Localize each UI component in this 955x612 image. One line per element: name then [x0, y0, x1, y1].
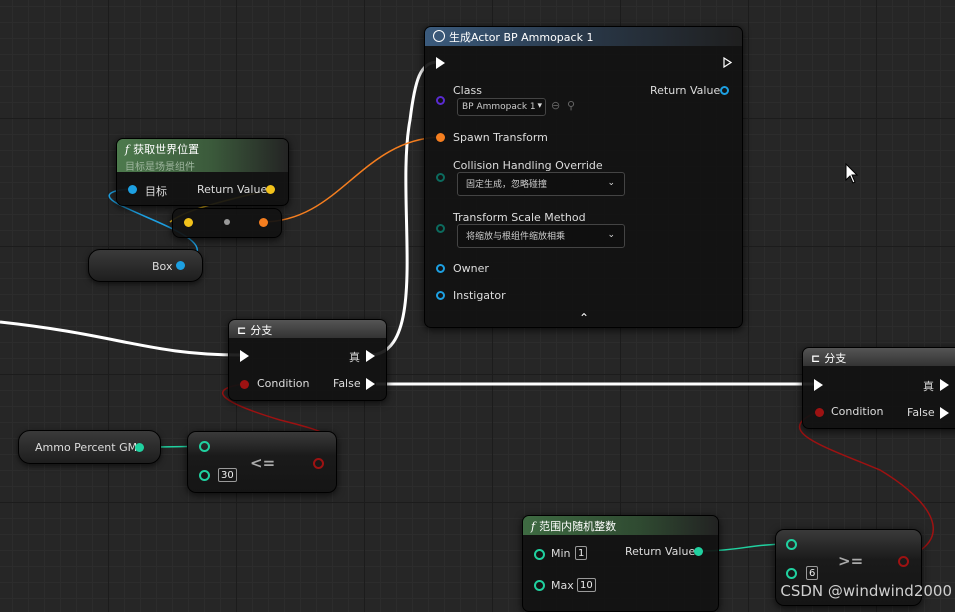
greater-equal-output-pin[interactable] — [898, 556, 909, 567]
owner-pin[interactable] — [436, 264, 445, 273]
branch-1-false-pin[interactable] — [366, 378, 375, 390]
chevron-down-icon: ⌄ — [607, 230, 615, 240]
less-equal-operator: <= — [250, 454, 276, 472]
get-world-location-header[interactable]: f 获取世界位置 目标是场景组件 — [117, 139, 288, 173]
greater-equal-operator: >= — [838, 552, 864, 570]
spawn-exec-in-pin[interactable] — [436, 57, 445, 69]
get-world-location-title: 获取世界位置 — [133, 143, 200, 156]
convert-out-pin[interactable] — [259, 218, 268, 227]
function-icon: f — [531, 520, 536, 533]
location-return-label: Return Value — [197, 183, 268, 196]
browse-arrow-icon[interactable]: ⊖ — [551, 99, 560, 112]
branch-1-condition-label: Condition — [257, 377, 310, 390]
less-equal-output-pin[interactable] — [313, 458, 324, 469]
target-pin[interactable] — [128, 185, 137, 194]
scale-method-dropdown[interactable]: 将缩放与根组件缩放相乘 ⌄ — [457, 224, 625, 248]
branch-1-true-pin[interactable] — [366, 350, 375, 362]
instigator-pin[interactable] — [436, 291, 445, 300]
collapse-arrow-icon[interactable]: ⌃ — [579, 311, 589, 325]
less-equal-input-a-pin[interactable] — [199, 441, 210, 452]
branch-2-condition-pin[interactable] — [815, 408, 824, 417]
box-variable-label: Box — [152, 260, 173, 273]
branch-2-false-label: False — [907, 406, 935, 419]
branch-2-exec-in-pin[interactable] — [814, 379, 823, 391]
collision-pin[interactable] — [436, 173, 445, 182]
branch-2-header[interactable]: ⊏ 分支 — [803, 348, 955, 366]
return-value-pin[interactable] — [720, 86, 729, 95]
search-icon[interactable]: ⚲ — [567, 99, 575, 112]
convert-dot — [224, 219, 230, 225]
class-dropdown[interactable]: BP Ammopack 1 ▾ — [457, 98, 546, 116]
location-return-pin[interactable] — [266, 185, 275, 194]
less-equal-node[interactable]: 30 <= — [187, 431, 337, 493]
collision-dropdown[interactable]: 固定生成，忽略碰撞 ⌄ — [457, 172, 625, 196]
collision-dropdown-value: 固定生成，忽略碰撞 — [466, 180, 548, 190]
ammo-percent-pin[interactable] — [135, 443, 144, 452]
greater-equal-value-input[interactable]: 6 — [806, 566, 819, 580]
branch-1-exec-in-pin[interactable] — [240, 350, 249, 362]
spawn-exec-out-pin[interactable] — [723, 57, 732, 68]
branch-1-false-label: False — [333, 377, 361, 390]
chevron-down-icon: ⌄ — [607, 178, 615, 188]
class-label: Class — [453, 84, 482, 97]
random-max-pin[interactable] — [534, 580, 545, 591]
mouse-cursor-icon — [845, 163, 859, 184]
random-min-pin[interactable] — [534, 549, 545, 560]
random-min-input[interactable]: 1 — [575, 546, 588, 560]
less-equal-input-b-pin[interactable] — [199, 470, 210, 481]
branch-2-true-pin[interactable] — [940, 379, 949, 391]
get-world-location-subtitle: 目标是场景组件 — [125, 162, 195, 173]
branch-2-false-pin[interactable] — [940, 407, 949, 419]
get-world-location-node[interactable]: f 获取世界位置 目标是场景组件 目标 Return Value — [116, 138, 289, 206]
spawn-transform-pin[interactable] — [436, 133, 445, 142]
random-max-input[interactable]: 10 — [577, 578, 596, 592]
box-variable-pin[interactable] — [176, 261, 185, 270]
branch-2-title: 分支 — [824, 352, 847, 365]
greater-equal-input-a-pin[interactable] — [786, 539, 797, 550]
random-max-label: Max — [551, 579, 574, 592]
random-return-pin[interactable] — [694, 547, 703, 556]
target-label: 目标 — [145, 185, 167, 198]
spawn-transform-label: Spawn Transform — [453, 131, 548, 144]
greater-equal-input-b-pin[interactable] — [786, 568, 797, 579]
random-int-node[interactable]: f 范围内随机整数 Min 1 Return Value Max 10 — [522, 515, 719, 612]
less-equal-value-input[interactable]: 30 — [218, 468, 237, 482]
scale-method-label: Transform Scale Method — [453, 211, 586, 224]
branch-node-2[interactable]: ⊏ 分支 真 Condition False — [802, 347, 955, 429]
branch-1-title: 分支 — [250, 324, 273, 337]
watermark: CSDN @windwind2000 — [780, 582, 952, 600]
branch-icon: ⊏ — [811, 352, 821, 365]
ammo-percent-label: Ammo Percent GM — [35, 441, 138, 454]
spawn-icon — [433, 30, 445, 42]
function-icon: f — [125, 143, 130, 156]
scale-method-pin[interactable] — [436, 224, 445, 233]
class-dropdown-value: BP Ammopack 1 — [462, 102, 536, 112]
vector-to-transform-node[interactable] — [172, 208, 282, 238]
branch-1-true-label: 真 — [349, 351, 360, 364]
scale-method-dropdown-value: 将缩放与根组件缩放相乘 — [466, 232, 566, 242]
ammo-percent-variable-node[interactable]: Ammo Percent GM — [18, 430, 161, 464]
owner-label: Owner — [453, 262, 489, 275]
branch-node-1[interactable]: ⊏ 分支 真 Condition False — [228, 319, 387, 401]
collision-label: Collision Handling Override — [453, 159, 603, 172]
spawn-actor-header[interactable]: 生成Actor BP Ammopack 1 — [425, 27, 742, 46]
spawn-actor-title: 生成Actor BP Ammopack 1 — [449, 31, 594, 44]
class-pin[interactable] — [436, 96, 445, 105]
branch-2-true-label: 真 — [923, 380, 934, 393]
branch-1-condition-pin[interactable] — [240, 380, 249, 389]
branch-1-header[interactable]: ⊏ 分支 — [229, 320, 386, 338]
random-int-header[interactable]: f 范围内随机整数 — [523, 516, 718, 535]
spawn-actor-node[interactable]: 生成Actor BP Ammopack 1 Class BP Ammopack … — [424, 26, 743, 328]
branch-2-condition-label: Condition — [831, 405, 884, 418]
branch-icon: ⊏ — [237, 324, 247, 337]
convert-in-pin[interactable] — [184, 218, 193, 227]
random-int-title: 范围内随机整数 — [539, 520, 617, 533]
instigator-label: Instigator — [453, 289, 506, 302]
random-return-label: Return Value — [625, 545, 696, 558]
return-value-label: Return Value — [650, 84, 721, 97]
chevron-down-icon: ▾ — [537, 101, 542, 111]
box-variable-node[interactable]: Box — [88, 249, 203, 282]
exec-wire-incoming — [0, 320, 241, 357]
random-min-label: Min — [551, 547, 571, 560]
